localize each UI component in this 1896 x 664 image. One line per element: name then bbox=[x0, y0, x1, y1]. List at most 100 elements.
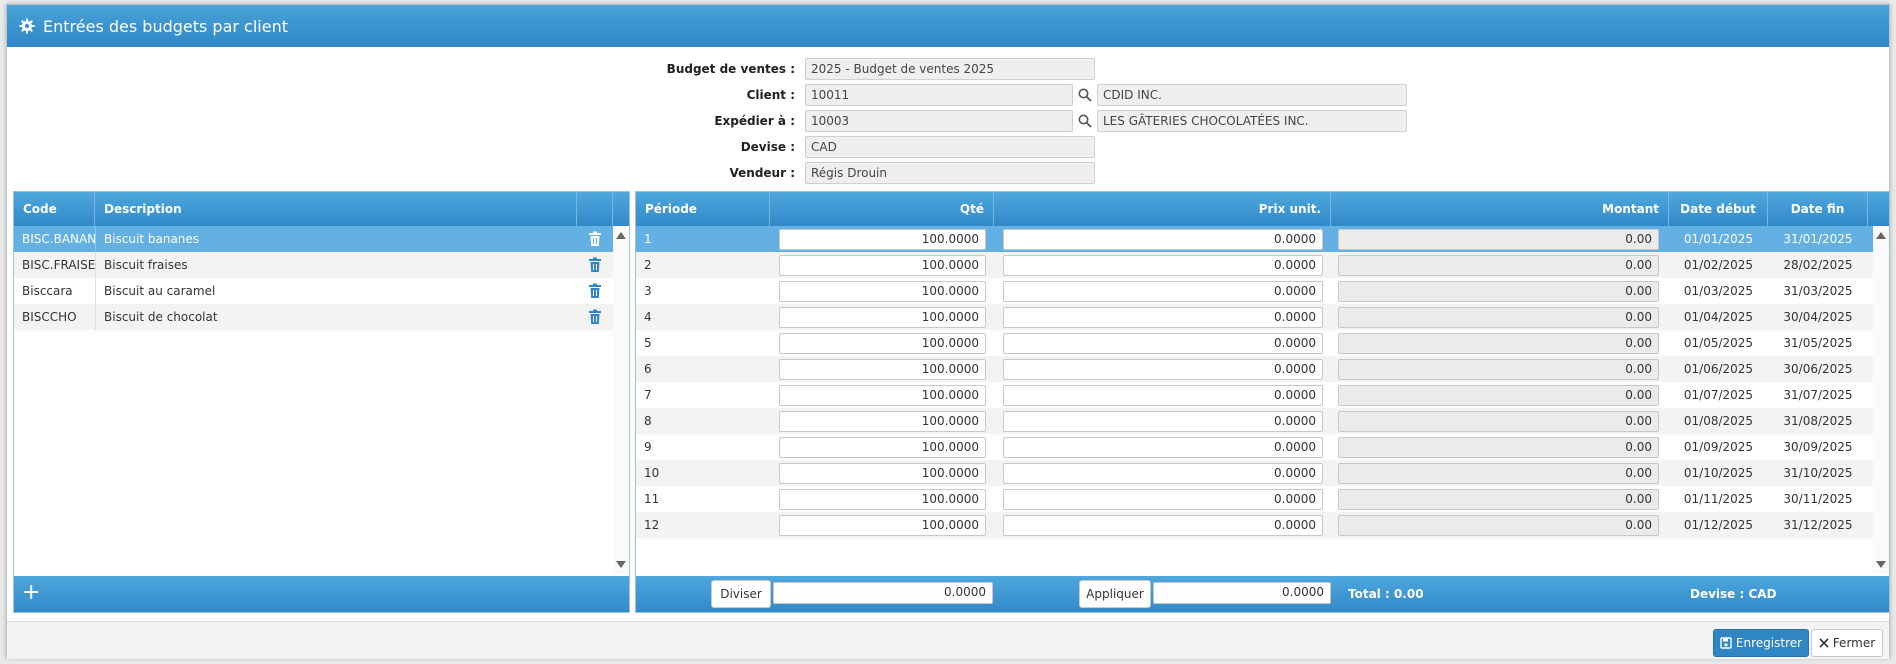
period-row[interactable]: 5 100.0000 0.0000 0.00 01/05/2025 31/05/2025 bbox=[636, 330, 1873, 356]
col-header-qty[interactable]: Qté bbox=[770, 192, 994, 226]
start-date-cell: 01/02/2025 bbox=[1683, 258, 1754, 272]
amount-field: 0.00 bbox=[1338, 333, 1659, 354]
start-date-cell: 01/12/2025 bbox=[1683, 518, 1754, 532]
end-date-cell: 31/05/2025 bbox=[1783, 336, 1853, 350]
unit-price-input[interactable]: 0.0000 bbox=[1003, 255, 1323, 276]
period-cell: 4 bbox=[644, 310, 652, 324]
col-header-code[interactable]: Code bbox=[14, 192, 95, 226]
qty-input[interactable]: 100.0000 bbox=[779, 515, 986, 536]
period-row[interactable]: 10 100.0000 0.0000 0.00 01/10/2025 31/10/2025 bbox=[636, 460, 1873, 486]
unit-price-input[interactable]: 0.0000 bbox=[1003, 229, 1323, 250]
product-row[interactable]: BISC.FRAISES Biscuit fraises bbox=[14, 252, 613, 278]
scroll-down-icon[interactable] bbox=[616, 561, 626, 568]
scroll-up-icon[interactable] bbox=[616, 232, 626, 239]
start-date-cell: 01/06/2025 bbox=[1683, 362, 1754, 376]
period-cell: 10 bbox=[644, 466, 660, 480]
period-row[interactable]: 11 100.0000 0.0000 0.00 01/11/2025 30/11/2025 bbox=[636, 486, 1873, 512]
period-row[interactable]: 9 100.0000 0.0000 0.00 01/09/2025 30/09/2025 bbox=[636, 434, 1873, 460]
products-scrollbar[interactable] bbox=[613, 226, 629, 574]
trash-icon[interactable] bbox=[588, 283, 602, 299]
period-row[interactable]: 1 100.0000 0.0000 0.00 01/01/2025 31/01/2025 bbox=[636, 226, 1873, 252]
client-name-field: CDID INC. bbox=[1097, 84, 1407, 106]
ship-to-code-field[interactable]: 10003 bbox=[805, 110, 1073, 132]
close-icon bbox=[1819, 638, 1829, 648]
qty-input[interactable]: 100.0000 bbox=[779, 385, 986, 406]
end-date-cell: 31/07/2025 bbox=[1783, 388, 1853, 402]
product-row[interactable]: BISC.BANANESBiscuit bananes bbox=[14, 226, 613, 252]
qty-input[interactable]: 100.0000 bbox=[779, 411, 986, 432]
save-button[interactable]: Enregistrer bbox=[1713, 629, 1809, 657]
amount-field: 0.00 bbox=[1338, 411, 1659, 432]
period-row[interactable]: 4 100.0000 0.0000 0.00 01/04/2025 30/04/2025 bbox=[636, 304, 1873, 330]
period-row[interactable]: 3 100.0000 0.0000 0.00 01/03/2025 31/03/2025 bbox=[636, 278, 1873, 304]
period-row[interactable]: 2 100.0000 0.0000 0.00 01/02/2025 28/02/2025 bbox=[636, 252, 1873, 278]
start-date-cell: 01/07/2025 bbox=[1683, 388, 1754, 402]
period-cell: 8 bbox=[644, 414, 652, 428]
qty-input[interactable]: 100.0000 bbox=[779, 255, 986, 276]
product-row[interactable]: Bisccara Biscuit au caramel bbox=[14, 278, 613, 304]
col-header-unit-price[interactable]: Prix unit. bbox=[994, 192, 1331, 226]
divide-input[interactable]: 0.0000 bbox=[773, 582, 993, 604]
qty-input[interactable]: 100.0000 bbox=[779, 333, 986, 354]
unit-price-input[interactable]: 0.0000 bbox=[1003, 411, 1323, 432]
apply-button[interactable]: Appliquer bbox=[1079, 580, 1151, 608]
unit-price-input[interactable]: 0.0000 bbox=[1003, 359, 1323, 380]
scroll-up-icon[interactable] bbox=[1876, 232, 1886, 239]
scroll-down-icon[interactable] bbox=[1876, 561, 1886, 568]
start-date-cell: 01/04/2025 bbox=[1683, 310, 1754, 324]
action-bar: Enregistrer Fermer bbox=[7, 621, 1889, 659]
unit-price-input[interactable]: 0.0000 bbox=[1003, 437, 1323, 458]
unit-price-input[interactable]: 0.0000 bbox=[1003, 463, 1323, 484]
unit-price-input[interactable]: 0.0000 bbox=[1003, 307, 1323, 328]
ship-to-name-field: LES GÂTERIES CHOCOLATÉES INC. bbox=[1097, 110, 1407, 132]
budget-entry-window: Entrées des budgets par client Budget de… bbox=[6, 4, 1890, 659]
currency-label: Devise : bbox=[740, 140, 795, 154]
product-code-cell: BISC.FRAISES bbox=[22, 258, 95, 272]
unit-price-input[interactable]: 0.0000 bbox=[1003, 515, 1323, 536]
budget-field[interactable]: 2025 - Budget de ventes 2025 bbox=[805, 58, 1095, 80]
col-header-start-date[interactable]: Date début bbox=[1669, 192, 1768, 226]
unit-price-input[interactable]: 0.0000 bbox=[1003, 489, 1323, 510]
close-button[interactable]: Fermer bbox=[1811, 629, 1883, 657]
end-date-cell: 31/01/2025 bbox=[1783, 232, 1853, 246]
col-header-amount[interactable]: Montant bbox=[1331, 192, 1669, 226]
apply-input[interactable]: 0.0000 bbox=[1153, 582, 1331, 604]
col-header-end-date[interactable]: Date fin bbox=[1768, 192, 1868, 226]
qty-input[interactable]: 100.0000 bbox=[779, 359, 986, 380]
product-description-cell: Biscuit au caramel bbox=[95, 278, 577, 304]
col-header-period[interactable]: Période bbox=[636, 192, 770, 226]
qty-input[interactable]: 100.0000 bbox=[779, 229, 986, 250]
add-product-button[interactable]: + bbox=[22, 576, 40, 612]
client-search-button[interactable] bbox=[1075, 84, 1095, 106]
end-date-cell: 31/08/2025 bbox=[1783, 414, 1853, 428]
qty-input[interactable]: 100.0000 bbox=[779, 307, 986, 328]
unit-price-input[interactable]: 0.0000 bbox=[1003, 281, 1323, 302]
start-date-cell: 01/10/2025 bbox=[1683, 466, 1754, 480]
start-date-cell: 01/11/2025 bbox=[1683, 492, 1754, 506]
qty-input[interactable]: 100.0000 bbox=[779, 437, 986, 458]
unit-price-input[interactable]: 0.0000 bbox=[1003, 333, 1323, 354]
trash-icon[interactable] bbox=[588, 309, 602, 325]
period-row[interactable]: 7 100.0000 0.0000 0.00 01/07/2025 31/07/2025 bbox=[636, 382, 1873, 408]
amount-field: 0.00 bbox=[1338, 437, 1659, 458]
qty-input[interactable]: 100.0000 bbox=[779, 463, 986, 484]
period-row[interactable]: 12 100.0000 0.0000 0.00 01/12/2025 31/12/2025 bbox=[636, 512, 1873, 538]
unit-price-input[interactable]: 0.0000 bbox=[1003, 385, 1323, 406]
product-row[interactable]: BISCCHO Biscuit de chocolat bbox=[14, 304, 613, 330]
trash-icon[interactable] bbox=[588, 231, 602, 247]
end-date-cell: 30/06/2025 bbox=[1783, 362, 1853, 376]
period-row[interactable]: 8 100.0000 0.0000 0.00 01/08/2025 31/08/2025 bbox=[636, 408, 1873, 434]
qty-input[interactable]: 100.0000 bbox=[779, 489, 986, 510]
periods-scrollbar[interactable] bbox=[1873, 226, 1889, 574]
search-icon bbox=[1078, 88, 1092, 102]
col-header-description[interactable]: Description bbox=[95, 192, 577, 226]
period-row[interactable]: 6 100.0000 0.0000 0.00 01/06/2025 30/06/2025 bbox=[636, 356, 1873, 382]
period-cell: 12 bbox=[644, 518, 660, 532]
product-description-cell: Biscuit de chocolat bbox=[95, 304, 577, 330]
divide-button[interactable]: Diviser bbox=[711, 580, 771, 608]
trash-icon[interactable] bbox=[588, 257, 602, 273]
qty-input[interactable]: 100.0000 bbox=[779, 281, 986, 302]
client-code-field[interactable]: 10011 bbox=[805, 84, 1073, 106]
ship-to-search-button[interactable] bbox=[1075, 110, 1095, 132]
end-date-cell: 31/03/2025 bbox=[1783, 284, 1853, 298]
